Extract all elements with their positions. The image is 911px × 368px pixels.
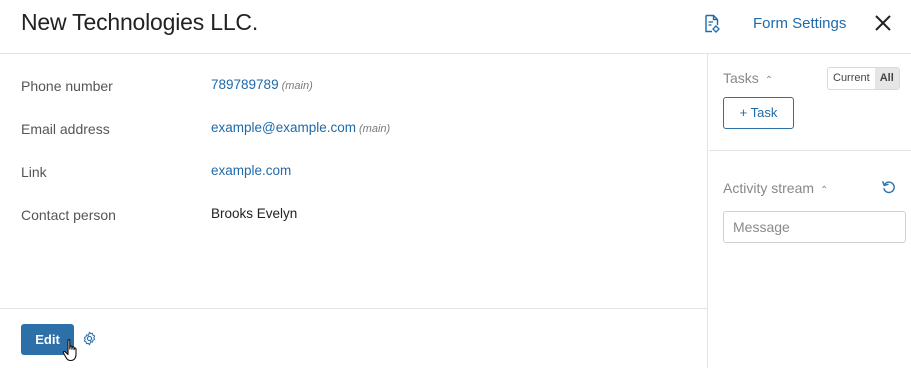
- email-value[interactable]: example@example.com (main): [211, 120, 390, 135]
- phone-label: Phone number: [21, 78, 113, 94]
- side-divider: [709, 150, 911, 151]
- activity-heading: Activity stream: [723, 180, 815, 196]
- email-main-tag: (main): [359, 123, 391, 135]
- field-row-email: Email address example@example.com (main): [0, 120, 708, 141]
- phone-number-link[interactable]: 789789789: [211, 77, 279, 92]
- toggle-current[interactable]: Current: [828, 68, 875, 89]
- tasks-heading: Tasks: [723, 70, 759, 86]
- phone-value[interactable]: 789789789 (main): [211, 77, 313, 92]
- email-label: Email address: [21, 121, 110, 137]
- email-link[interactable]: example@example.com: [211, 120, 356, 135]
- chevron-up-icon: ⌃: [764, 75, 774, 86]
- gear-icon[interactable]: [82, 331, 97, 346]
- website-link[interactable]: example.com: [211, 163, 291, 178]
- details-panel: Phone number 789789789 (main) Email addre…: [0, 54, 708, 368]
- phone-main-tag: (main): [281, 80, 313, 92]
- document-settings-icon[interactable]: [703, 14, 721, 34]
- side-panel: Tasks ⌃ Current All + Task Activity strea…: [709, 54, 911, 368]
- contact-label: Contact person: [21, 207, 116, 223]
- page-title: New Technologies LLC.: [21, 9, 259, 35]
- close-icon[interactable]: [873, 13, 893, 33]
- activity-section-toggle[interactable]: Activity stream ⌃: [723, 180, 828, 196]
- tasks-filter-toggle: Current All: [827, 67, 900, 90]
- field-row-link: Link example.com: [0, 163, 708, 184]
- form-header: New Technologies LLC. Form Settings: [0, 0, 911, 54]
- chevron-up-icon: ⌃: [820, 185, 829, 196]
- add-task-button[interactable]: + Task: [723, 97, 794, 129]
- message-input[interactable]: [723, 211, 906, 243]
- form-footer: Edit: [0, 308, 708, 368]
- refresh-icon[interactable]: [881, 179, 897, 195]
- tasks-section-toggle[interactable]: Tasks ⌃: [723, 70, 773, 86]
- field-row-contact: Contact person Brooks Evelyn: [0, 206, 708, 227]
- link-label: Link: [21, 164, 47, 180]
- field-row-phone: Phone number 789789789 (main): [0, 77, 708, 98]
- contact-person-value: Brooks Evelyn: [211, 206, 298, 221]
- form-settings-link[interactable]: Form Settings: [753, 15, 846, 32]
- toggle-all[interactable]: All: [874, 68, 899, 89]
- hand-cursor-icon: [62, 339, 77, 362]
